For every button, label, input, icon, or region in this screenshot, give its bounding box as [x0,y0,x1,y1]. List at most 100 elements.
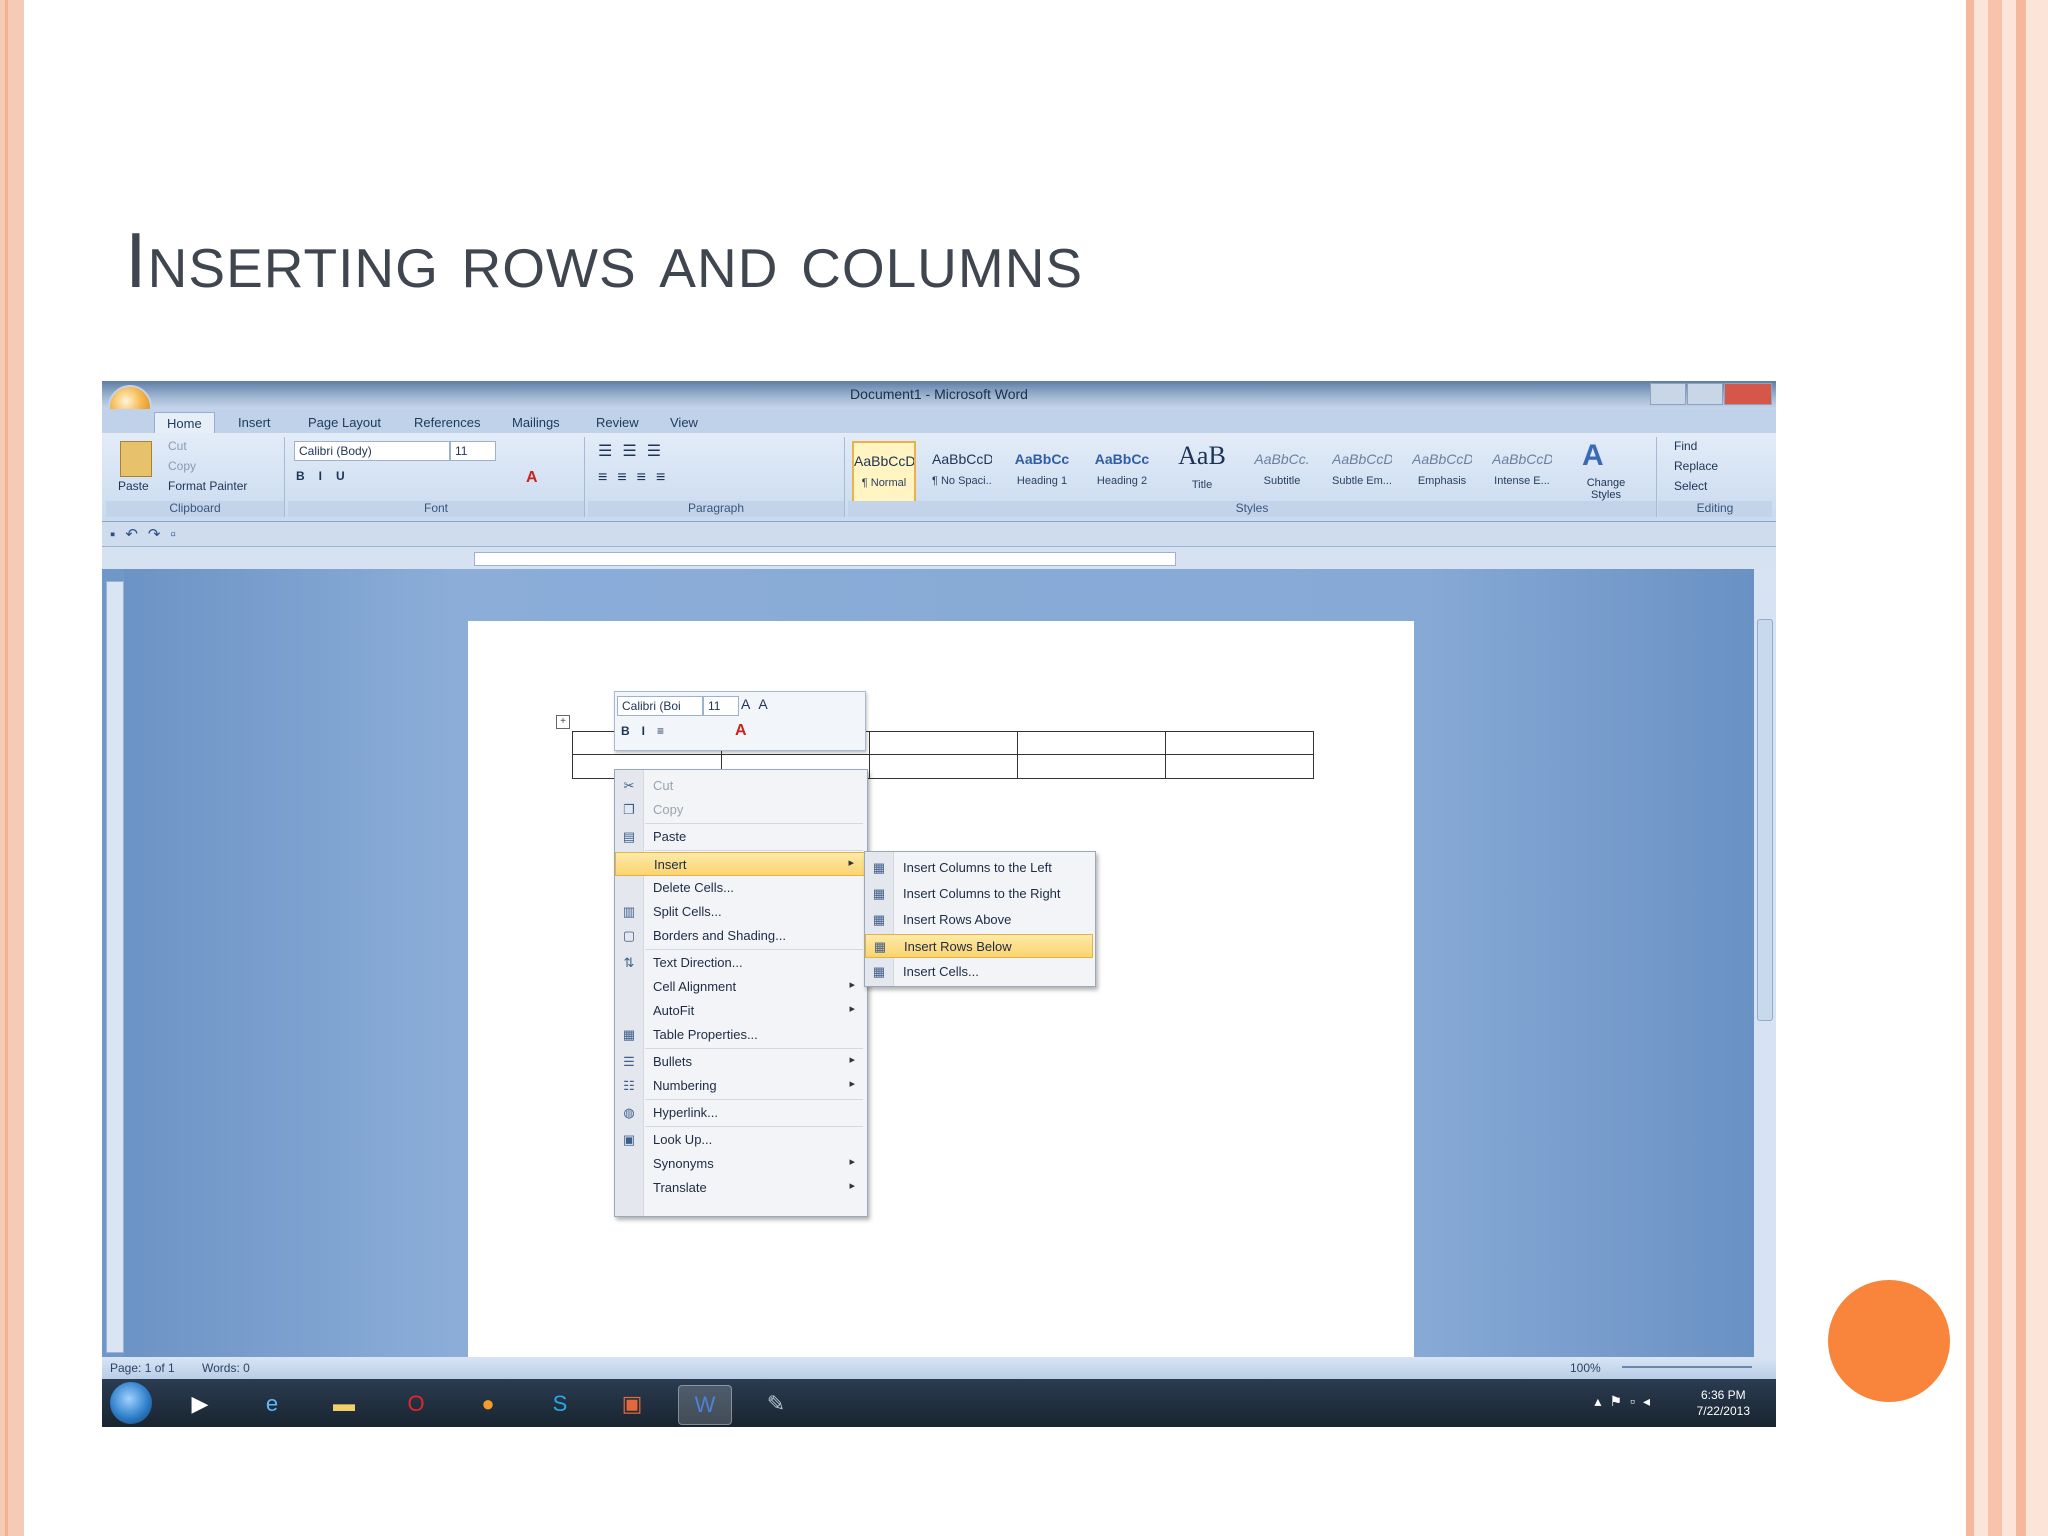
mini-grow-shrink-icons[interactable]: AA [741,696,776,712]
style-7[interactable]: AaBbCcDc Emphasis [1412,441,1472,503]
context-item-autofit[interactable]: AutoFit ▸ [615,999,865,1023]
context-item-borders-and-shading[interactable]: ▢ Borders and Shading... [615,924,865,948]
context-item-bullets[interactable]: ☰ Bullets ▸ [615,1050,865,1074]
context-item-label: Table Properties... [653,1027,758,1042]
vertical-scrollbar[interactable] [1754,569,1776,1379]
submenu-item-0[interactable]: ▦ Insert Columns to the Left [865,856,1093,880]
table-column-line [869,732,870,778]
border-icon: ▢ [622,928,636,943]
context-item-cut[interactable]: ✂ Cut [615,774,865,798]
word-screenshot: Document1 - Microsoft Word Home Insert P… [102,381,1776,1427]
context-item-numbering[interactable]: ☷ Numbering ▸ [615,1074,865,1098]
editing-group-label: Editing [1658,501,1772,517]
tab-insert[interactable]: Insert [238,412,271,433]
font-name-box[interactable]: Calibri (Body) [294,441,450,461]
cut-button[interactable]: Cut [168,439,187,453]
submenu-arrow-icon: ▸ [848,857,854,869]
submenu-item-2[interactable]: ▦ Insert Rows Above [865,908,1093,932]
context-item-look-up[interactable]: ▣ Look Up... [615,1128,865,1152]
find-button[interactable]: Find [1674,439,1697,453]
maximize-button[interactable] [1687,383,1723,405]
submenu-item-3[interactable]: ▦ Insert Rows Below [865,934,1093,958]
tab-view[interactable]: View [670,412,698,433]
submenu-item-label: Insert Rows Below [904,939,1012,954]
copy-button[interactable]: Copy [168,459,196,473]
context-item-label: Bullets [653,1054,693,1069]
opera-icon[interactable]: O [390,1385,442,1423]
format-painter-button[interactable]: Format Painter [168,479,247,493]
style-3[interactable]: AaBbCc Heading 2 [1092,441,1152,503]
style-sample: AaBbCc [1094,451,1150,467]
context-item-translate[interactable]: Translate ▸ [615,1176,865,1200]
select-button[interactable]: Select [1674,479,1707,493]
tab-review[interactable]: Review [596,412,639,433]
context-item-table-properties[interactable]: ▦ Table Properties... [615,1023,865,1047]
style-5[interactable]: AaBbCc. Subtitle [1252,441,1312,503]
taskbar-clock[interactable]: 6:36 PM 7/22/2013 [1697,1387,1750,1419]
submenu-item-4[interactable]: ▦ Insert Cells... [865,960,1093,984]
mini-font-color-icon[interactable]: A [735,722,747,740]
style-4[interactable]: AaB Title [1172,441,1232,503]
style-2[interactable]: AaBbCc Heading 1 [1012,441,1072,503]
zoom-level[interactable]: 100% [1570,1361,1601,1375]
font-color-icon[interactable]: A [526,469,538,487]
context-item-cell-alignment[interactable]: Cell Alignment ▸ [615,975,865,999]
minimize-button[interactable] [1650,383,1686,405]
paint-icon[interactable]: ✎ [750,1385,802,1423]
style-8[interactable]: AaBbCcDc Intense E... [1492,441,1552,503]
scrollbar-thumb[interactable] [1757,619,1773,1021]
mini-size-box[interactable]: 11 [703,696,739,716]
style-1[interactable]: AaBbCcDc ¶ No Spaci... [932,441,992,503]
align-buttons-icon[interactable]: ≡≡≡≡ [598,469,675,487]
list-buttons-icon[interactable]: ☰☰☰ [598,441,671,461]
mini-format-icons[interactable]: BI≡ [621,724,676,738]
internet-explorer-icon[interactable]: e [246,1385,298,1423]
context-item-paste[interactable]: ▤ Paste [615,825,865,849]
zoom-slider[interactable] [1622,1366,1752,1368]
context-item-copy[interactable]: ❐ Copy [615,798,865,822]
word-icon[interactable]: W [678,1385,732,1425]
context-item-split-cells[interactable]: ▥ Split Cells... [615,900,865,924]
start-button[interactable] [110,1382,152,1424]
system-tray-icons[interactable]: ▴⚑▫◂ [1594,1393,1658,1410]
format-buttons[interactable]: BIU [296,469,359,483]
tab-references[interactable]: References [414,412,480,433]
change-styles-button[interactable]: Change Styles [1576,477,1636,501]
context-item-label: Hyperlink... [653,1105,719,1120]
context-item-synonyms[interactable]: Synonyms ▸ [615,1152,865,1176]
firefox-icon[interactable]: ● [462,1385,514,1423]
submenu-arrow-icon: ▸ [849,1180,855,1192]
change-styles-icon[interactable]: A [1582,439,1604,473]
style-0[interactable]: AaBbCcDc ¶ Normal [852,441,916,507]
quick-access-icons[interactable]: ▪↶↷▫ [110,525,186,543]
mini-font-box[interactable]: Calibri (Boi [617,696,703,716]
powerpoint-icon[interactable]: ▣ [606,1385,658,1423]
table-column-line [1017,732,1018,778]
media-player-icon[interactable]: ▶ [174,1385,226,1423]
style-name: Intense E... [1494,475,1550,487]
context-item-insert[interactable]: Insert ▸ [615,852,865,876]
table-insert-icon: ▦ [873,939,887,954]
context-item-label: Paste [653,829,687,844]
paste-icon[interactable] [120,441,152,477]
file-explorer-icon[interactable]: ▬ [318,1385,370,1423]
context-item-label: Delete Cells... [653,880,734,895]
menu-separator [645,1048,863,1049]
paste-button[interactable]: Paste [118,479,149,493]
close-button[interactable] [1724,383,1772,405]
context-item-text-direction[interactable]: ⇅ Text Direction... [615,951,865,975]
tab-page-layout[interactable]: Page Layout [308,412,381,433]
replace-button[interactable]: Replace [1674,459,1718,473]
table-move-handle-icon[interactable]: + [556,715,570,729]
submenu-item-1[interactable]: ▦ Insert Columns to the Right [865,882,1093,906]
tab-mailings[interactable]: Mailings [512,412,560,433]
style-6[interactable]: AaBbCcDc Subtle Em... [1332,441,1392,503]
font-size-box[interactable]: 11 [450,441,496,461]
context-item-label: Translate [653,1180,707,1195]
style-sample: AaBbCcDc [1332,451,1392,467]
skype-icon[interactable]: S [534,1385,586,1423]
context-item-delete-cells[interactable]: Delete Cells... [615,876,865,900]
tab-home[interactable]: Home [154,412,215,434]
context-item-hyperlink[interactable]: ◍ Hyperlink... [615,1101,865,1125]
context-menu: ✂ Cut ❐ Copy ▤ Paste Insert ▸ Delete Cells... ▥ Sp… [614,769,868,1217]
